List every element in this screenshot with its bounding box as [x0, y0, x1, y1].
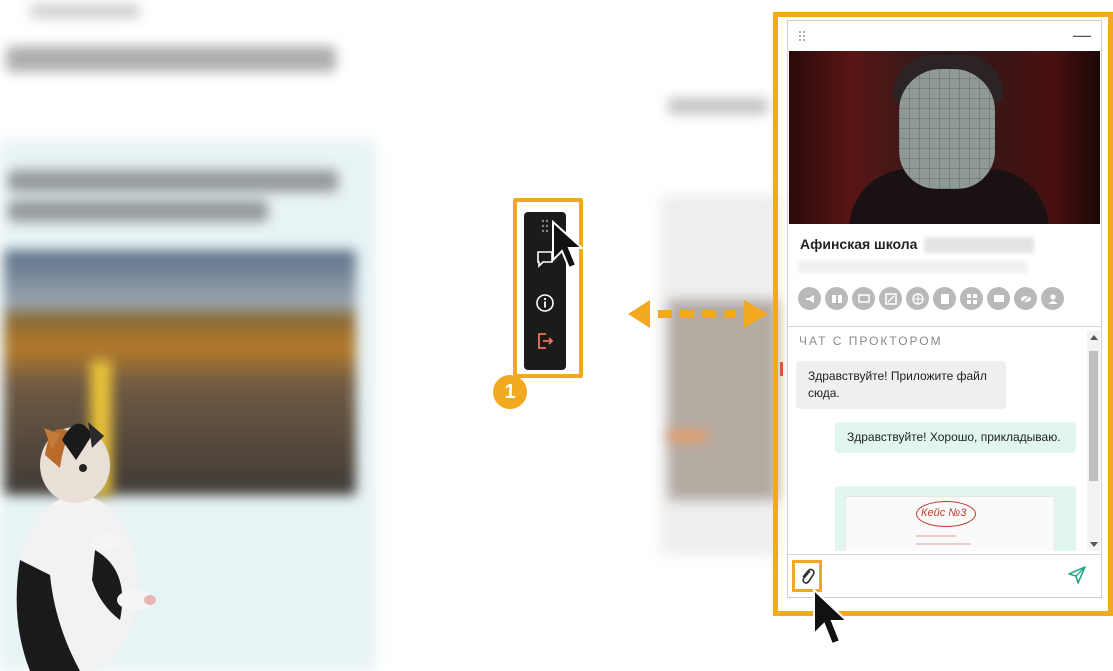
- paperclip-icon: [802, 568, 815, 584]
- eye-off-icon: [1014, 287, 1037, 310]
- info-button[interactable]: [524, 288, 566, 318]
- attachment-thumbnail: Кейс №3: [845, 496, 1055, 551]
- panel-header: —: [788, 21, 1101, 51]
- school-name: Афинская школа: [800, 236, 918, 252]
- background-card-text: [8, 200, 268, 222]
- exit-icon: [538, 333, 554, 349]
- scroll-up-arrow-icon[interactable]: [1090, 335, 1098, 340]
- blurred-name: [924, 237, 1034, 253]
- chat-message-outgoing: Здравствуйте! Хорошо, прикладываю.: [835, 422, 1076, 453]
- divider: [788, 326, 1101, 327]
- user-icon: [1041, 287, 1064, 310]
- status-icons-row: [798, 287, 1064, 310]
- screen-icon: [987, 287, 1010, 310]
- send-icon: [1068, 566, 1086, 584]
- background-accent: [668, 430, 708, 442]
- webcam-video: [789, 51, 1100, 224]
- scroll-down-arrow-icon[interactable]: [1090, 542, 1098, 547]
- minimize-button[interactable]: —: [1073, 26, 1091, 44]
- chat-title: ЧАТ С ПРОКТОРОМ: [799, 334, 943, 348]
- drag-dots-icon[interactable]: [798, 30, 806, 42]
- grid-icon: [960, 287, 983, 310]
- megaphone-icon: [798, 287, 821, 310]
- send-button[interactable]: [1067, 565, 1087, 590]
- background-card-text: [8, 170, 338, 192]
- doc-line: [916, 543, 971, 545]
- chat-messages: Здравствуйте! Приложите файл сюда. Здрав…: [788, 351, 1088, 551]
- edit-icon: [879, 287, 902, 310]
- webcam-person-face: [899, 69, 995, 189]
- globe-icon: [906, 287, 929, 310]
- step-badge: 1: [493, 375, 527, 409]
- presentation-icon: [852, 287, 875, 310]
- background-heading: [6, 46, 336, 72]
- chat-message-incoming: Здравствуйте! Приложите файл сюда.: [796, 361, 1006, 409]
- doc-line: [916, 535, 956, 537]
- mouse-cursor-icon: [813, 588, 850, 646]
- red-marker: [780, 362, 783, 376]
- drag-dots-icon: [541, 219, 549, 233]
- info-icon: [536, 294, 554, 312]
- mouse-cursor-icon: [552, 220, 585, 270]
- proctor-panel: — Афинская школа ЧАТ С ПРОКТОРОМ Здравст…: [787, 20, 1102, 598]
- double-arrow-icon: [628, 300, 768, 328]
- blurred-subtitle: [798, 261, 1028, 273]
- cat-image: [16, 422, 156, 671]
- document-icon: [933, 287, 956, 310]
- book-icon: [825, 287, 848, 310]
- exit-button[interactable]: [524, 326, 566, 356]
- background-blur: [30, 4, 140, 18]
- background-label: [668, 98, 768, 114]
- doc-title: Кейс №3: [921, 507, 967, 519]
- chat-message-attachment[interactable]: Кейс №3: [835, 486, 1076, 551]
- chat-scrollbar[interactable]: [1087, 331, 1100, 551]
- scroll-thumb[interactable]: [1089, 351, 1098, 481]
